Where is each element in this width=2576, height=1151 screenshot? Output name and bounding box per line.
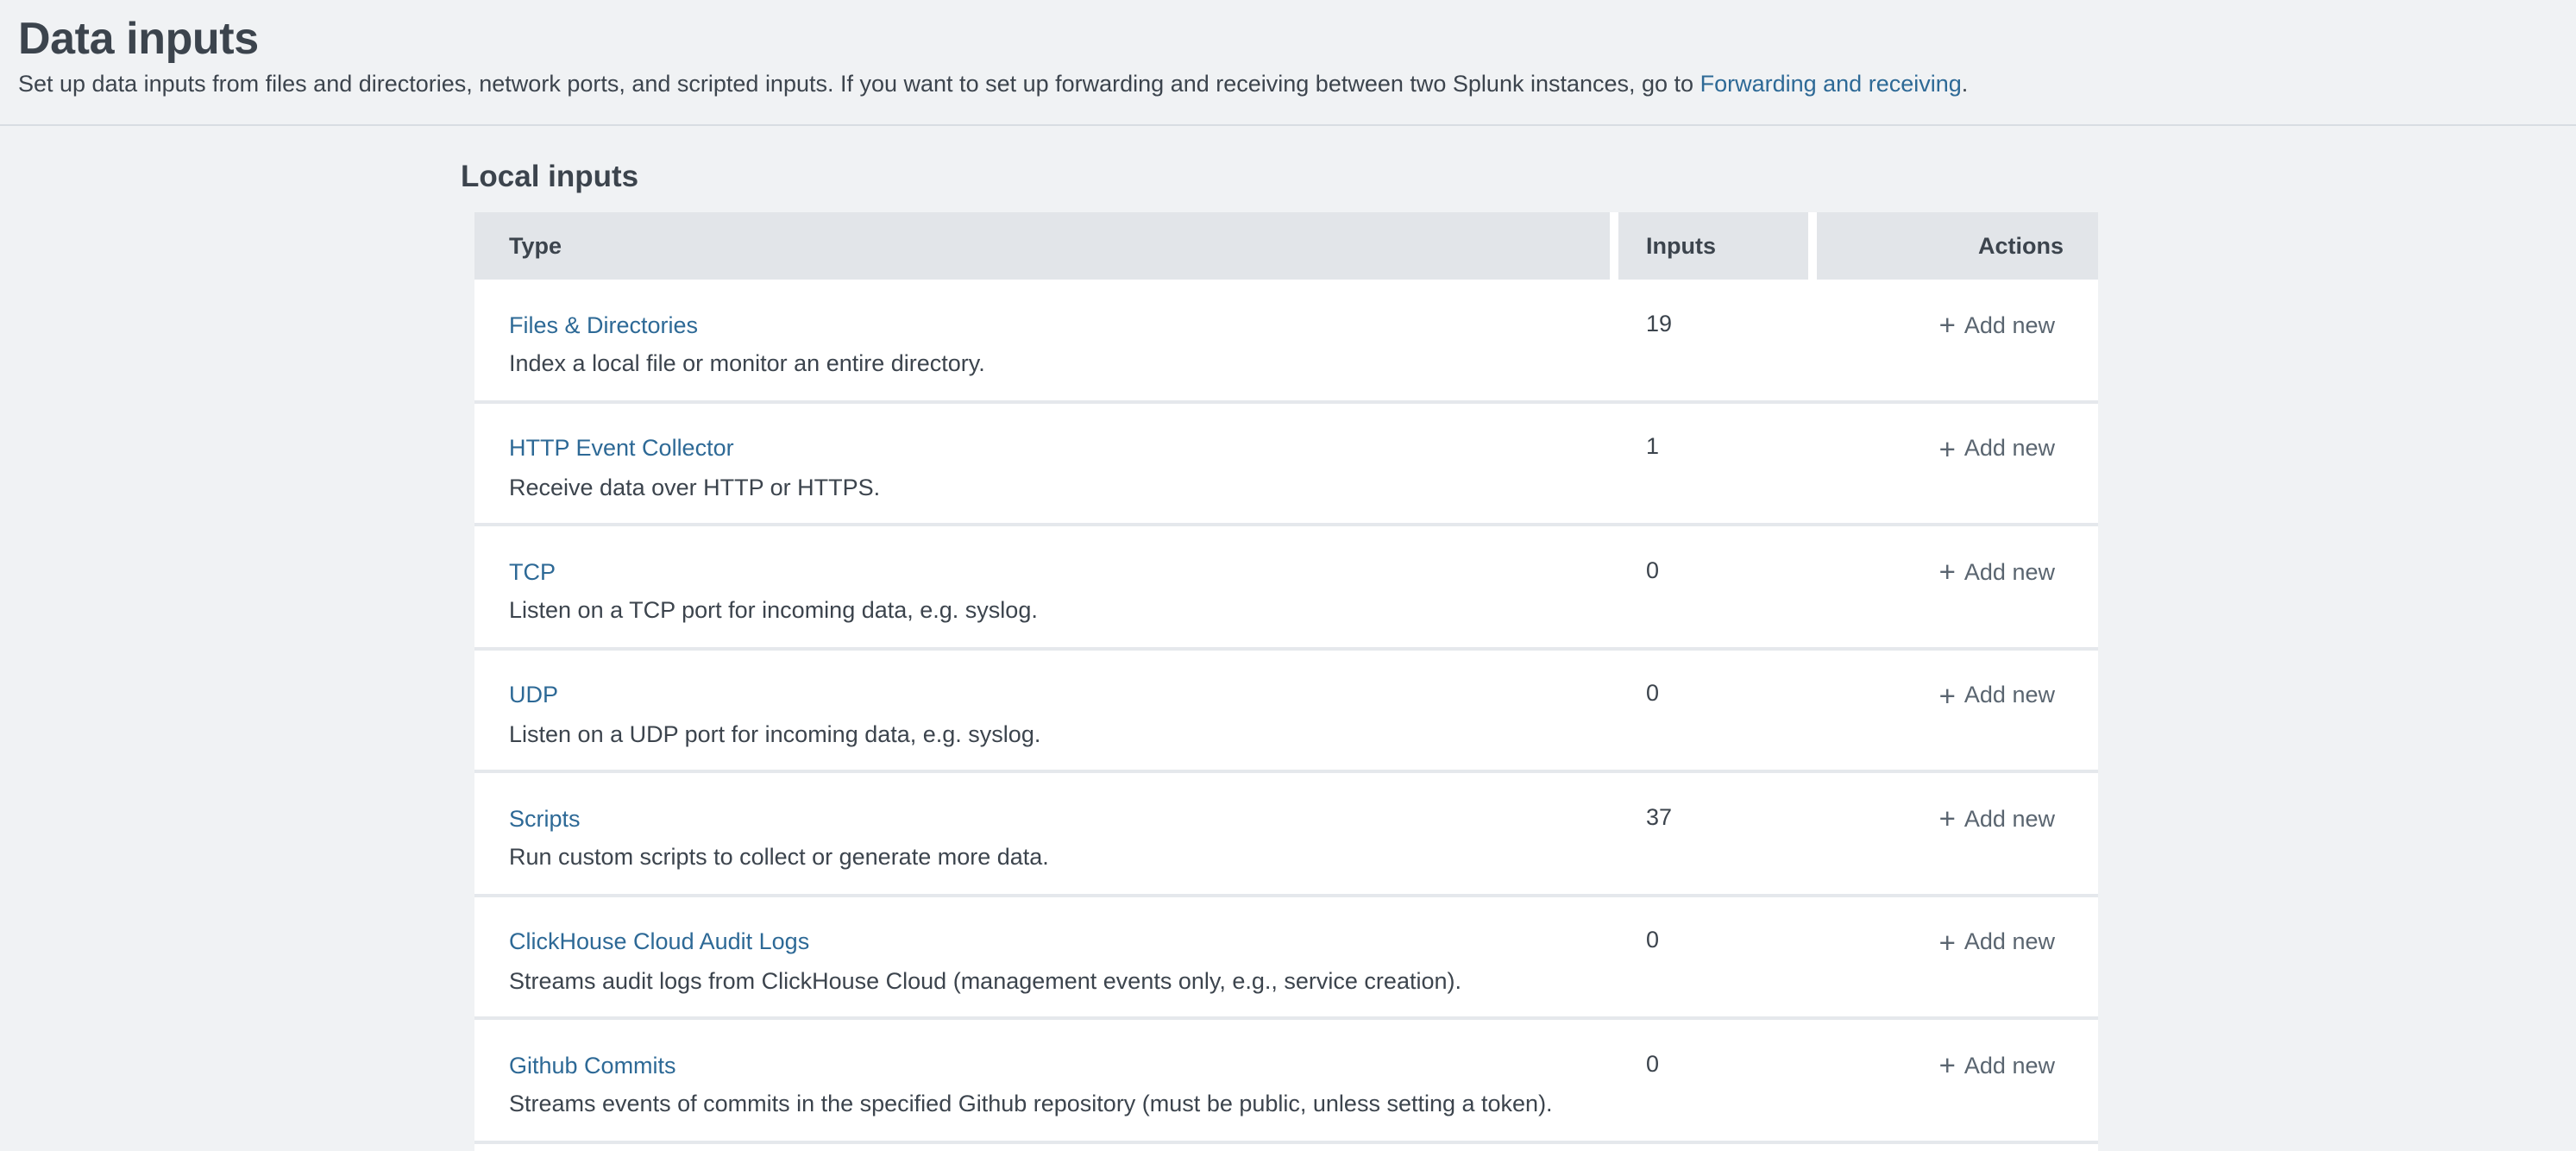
input-type-description: Index a local file or monitor an entire … (509, 350, 1601, 378)
local-inputs-table: Type Inputs Actions Files & Directories … (474, 212, 2098, 1151)
plus-icon: + (1939, 316, 1956, 338)
add-new-label: Add new (1964, 928, 2055, 954)
input-type-link[interactable]: Files & Directories (509, 311, 698, 337)
table-row: Scripts Run custom scripts to collect or… (474, 773, 2098, 896)
add-new-label: Add new (1964, 558, 2055, 584)
type-cell: TCP Listen on a TCP port for incoming da… (474, 526, 1618, 646)
inputs-count: 1 (1618, 403, 1817, 523)
inputs-count: 19 (1618, 280, 1817, 399)
actions-cell: + Add new (1817, 773, 2098, 893)
add-new-link[interactable]: + Add new (1939, 928, 2055, 954)
inputs-count: 0 (1618, 1020, 1817, 1140)
inputs-count: 0 (1618, 650, 1817, 770)
table-row: HTTP Event Collector Receive data over H… (474, 403, 2098, 526)
inputs-count: 0 (1618, 896, 1817, 1016)
plus-icon: + (1939, 686, 1956, 708)
forwarding-and-receiving-link[interactable]: Forwarding and receiving (1700, 71, 1962, 97)
inputs-count: 37 (1618, 773, 1817, 893)
input-type-link[interactable]: TCP (509, 558, 556, 584)
table-row: TCP Listen on a TCP port for incoming da… (474, 526, 2098, 650)
table-body: Files & Directories Index a local file o… (474, 280, 2098, 1143)
column-header-inputs: Inputs (1618, 212, 1808, 280)
plus-icon: + (1939, 809, 1956, 832)
page: Data inputs Set up data inputs from file… (0, 0, 2576, 1151)
actions-cell: + Add new (1817, 280, 2098, 399)
input-type-link[interactable]: UDP (509, 682, 558, 708)
page-header: Data inputs Set up data inputs from file… (0, 0, 2576, 126)
page-title: Data inputs (18, 12, 2541, 66)
column-header-type: Type (474, 212, 1610, 280)
table-row: Files & Directories Index a local file o… (474, 280, 2098, 403)
input-type-description: Streams events of commits in the specifi… (509, 1091, 1601, 1118)
subtitle-period: . (1962, 71, 1969, 97)
input-type-description: Streams audit logs from ClickHouse Cloud… (509, 967, 1601, 995)
local-inputs-heading: Local inputs (461, 159, 2576, 195)
actions-cell: + Add new (1817, 403, 2098, 523)
input-type-link[interactable]: ClickHouse Cloud Audit Logs (509, 928, 809, 954)
type-cell: Files & Directories Index a local file o… (474, 280, 1618, 399)
table-row: ClickHouse Cloud Audit Logs Streams audi… (474, 896, 2098, 1020)
partial-next-row (474, 1143, 2098, 1151)
table-row: UDP Listen on a UDP port for incoming da… (474, 650, 2098, 773)
input-type-description: Receive data over HTTP or HTTPS. (509, 474, 1601, 501)
add-new-link[interactable]: + Add new (1939, 682, 2055, 708)
add-new-label: Add new (1964, 682, 2055, 708)
input-type-description: Listen on a TCP port for incoming data, … (509, 597, 1601, 625)
add-new-label: Add new (1964, 1052, 2055, 1078)
input-type-link[interactable]: Github Commits (509, 1052, 676, 1078)
actions-cell: + Add new (1817, 1020, 2098, 1140)
type-cell: ClickHouse Cloud Audit Logs Streams audi… (474, 896, 1618, 1016)
plus-icon: + (1939, 563, 1956, 585)
add-new-label: Add new (1964, 435, 2055, 461)
column-header-actions: Actions (1817, 212, 2098, 280)
type-cell: Github Commits Streams events of commits… (474, 1020, 1618, 1140)
add-new-link[interactable]: + Add new (1939, 311, 2055, 337)
inputs-count: 0 (1618, 526, 1817, 646)
content-area: Local inputs Type Inputs Actions Files &… (0, 159, 2576, 1151)
table-header-row: Type Inputs Actions (474, 212, 2098, 280)
actions-cell: + Add new (1817, 896, 2098, 1016)
plus-icon: + (1939, 1056, 1956, 1079)
input-type-description: Listen on a UDP port for incoming data, … (509, 720, 1601, 748)
add-new-link[interactable]: + Add new (1939, 1052, 2055, 1078)
type-cell: Scripts Run custom scripts to collect or… (474, 773, 1618, 893)
add-new-label: Add new (1964, 311, 2055, 337)
type-cell: HTTP Event Collector Receive data over H… (474, 403, 1618, 523)
add-new-link[interactable]: + Add new (1939, 435, 2055, 461)
table-row: Github Commits Streams events of commits… (474, 1020, 2098, 1143)
actions-cell: + Add new (1817, 526, 2098, 646)
input-type-link[interactable]: HTTP Event Collector (509, 435, 734, 461)
add-new-link[interactable]: + Add new (1939, 805, 2055, 831)
type-cell: UDP Listen on a UDP port for incoming da… (474, 650, 1618, 770)
input-type-description: Run custom scripts to collect or generat… (509, 844, 1601, 871)
add-new-link[interactable]: + Add new (1939, 558, 2055, 584)
subtitle-text: Set up data inputs from files and direct… (18, 71, 1700, 97)
plus-icon: + (1939, 439, 1956, 462)
add-new-label: Add new (1964, 805, 2055, 831)
input-type-link[interactable]: Scripts (509, 805, 581, 831)
plus-icon: + (1939, 933, 1956, 955)
actions-cell: + Add new (1817, 650, 2098, 770)
page-subtitle: Set up data inputs from files and direct… (18, 69, 2541, 100)
